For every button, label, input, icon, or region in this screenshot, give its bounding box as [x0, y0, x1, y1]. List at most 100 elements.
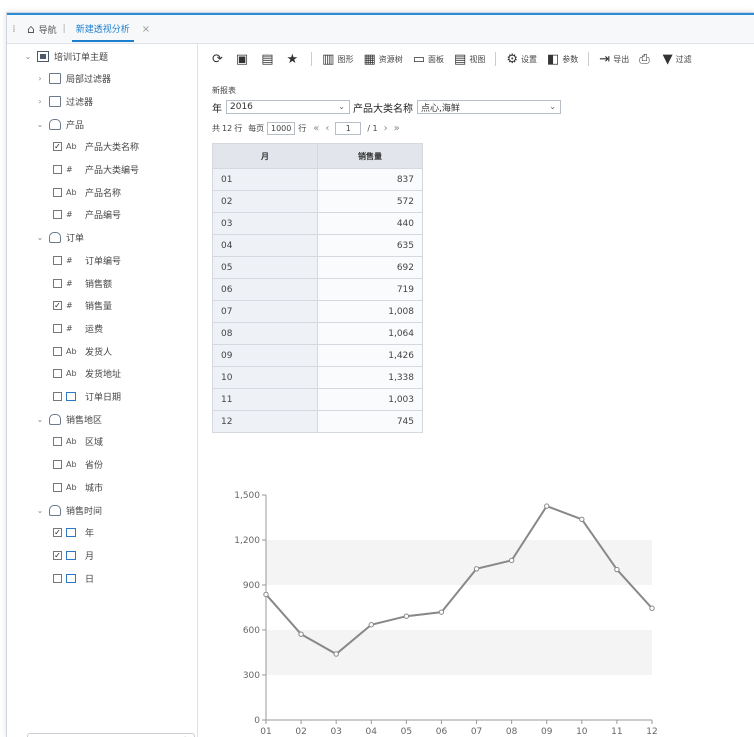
chevron-down-icon[interactable]: ⌄: [35, 120, 45, 129]
table-row[interactable]: 08 1,064: [212, 322, 423, 345]
tree-item[interactable]: # 销售额: [53, 273, 112, 293]
checkbox[interactable]: ✓: [53, 528, 62, 538]
search-input[interactable]: ⚲: [27, 733, 195, 737]
checkbox[interactable]: [53, 482, 62, 492]
data-point: [333, 651, 339, 657]
checkbox[interactable]: [53, 573, 62, 583]
chevron-down-icon[interactable]: ⌄: [35, 233, 45, 242]
text-type-icon: Ab: [66, 482, 77, 492]
tab-new-analysis[interactable]: 新建透视分析: [71, 16, 134, 42]
table-row[interactable]: 02 572: [212, 190, 423, 213]
checkbox[interactable]: ✓: [53, 301, 62, 311]
chevron-right-icon[interactable]: ›: [35, 97, 45, 106]
params-button[interactable]: ◧ 参数: [547, 52, 578, 67]
chevron-down-icon[interactable]: ⌄: [35, 415, 45, 424]
tree-item[interactable]: Ab 发货地址: [53, 364, 121, 384]
tree-item-label: 订单日期: [85, 393, 122, 403]
month-cell: 07: [212, 300, 318, 323]
tree-item[interactable]: ✓ Ab 产品大类名称: [53, 137, 139, 157]
chevron-right-icon[interactable]: ›: [35, 74, 45, 83]
checkbox[interactable]: [53, 369, 62, 379]
tree-item[interactable]: Ab 省份: [53, 455, 103, 475]
checkbox[interactable]: [53, 392, 62, 401]
view-button[interactable]: ▤ 视图: [454, 52, 485, 67]
checkbox[interactable]: [53, 460, 62, 470]
tree-item[interactable]: ⌄ 订单: [35, 228, 84, 248]
number-type-icon: #: [66, 255, 73, 265]
checkbox[interactable]: [53, 278, 62, 288]
resource-tree-button[interactable]: ▦ 资源树: [363, 52, 402, 67]
tree-item[interactable]: # 产品编号: [53, 205, 121, 225]
tree-item[interactable]: › 过滤器: [35, 91, 93, 111]
checkbox[interactable]: [53, 437, 62, 447]
last-page-icon[interactable]: »: [394, 123, 400, 134]
checkbox[interactable]: [53, 323, 62, 333]
column-header-quantity[interactable]: 销售量: [317, 143, 423, 169]
tree-item[interactable]: Ab 产品名称: [53, 182, 121, 202]
column-header-month[interactable]: 月: [212, 143, 318, 169]
checkbox[interactable]: ✓: [53, 550, 62, 560]
next-page-icon[interactable]: ›: [384, 123, 388, 134]
nav-label[interactable]: 导航: [39, 23, 57, 36]
table-row[interactable]: 07 1,008: [212, 300, 423, 323]
grip-icon[interactable]: ⁞: [7, 24, 21, 35]
print-button[interactable]: ⎙: [639, 52, 652, 67]
tree-item[interactable]: # 订单编号: [53, 250, 121, 270]
tree-item[interactable]: ⌄ 销售时间: [35, 500, 102, 520]
tree-item[interactable]: › 局部过滤器: [35, 69, 111, 89]
chart-button[interactable]: ▥ 图形: [322, 52, 353, 67]
checkbox[interactable]: [53, 255, 62, 265]
table-row[interactable]: 09 1,426: [212, 344, 423, 367]
close-tab-icon[interactable]: ×: [142, 24, 150, 35]
first-page-icon[interactable]: «: [313, 123, 319, 134]
checkbox[interactable]: [53, 346, 62, 356]
tree-item[interactable]: ⌄ 培训订单主题: [23, 46, 108, 66]
page-input[interactable]: 1: [335, 122, 362, 135]
settings-button[interactable]: ⚙ 设置: [506, 52, 537, 67]
table-row[interactable]: 11 1,003: [212, 388, 423, 411]
checkbox[interactable]: [53, 165, 62, 174]
tree-item-label: 局部过滤器: [66, 75, 112, 86]
year-select[interactable]: 2016 ⌄: [226, 100, 350, 114]
tree-item[interactable]: ⌄ 销售地区: [35, 409, 102, 429]
tree-item[interactable]: ✓ 年: [53, 523, 94, 543]
category-select[interactable]: 点心,海鲜 ⌄: [417, 100, 561, 114]
export-button[interactable]: ⇥ 导出: [599, 52, 629, 67]
checkbox[interactable]: [53, 187, 62, 197]
table-row[interactable]: 06 719: [212, 278, 423, 301]
table-row[interactable]: 10 1,338: [212, 366, 423, 389]
tree-item[interactable]: 订单日期: [53, 387, 121, 407]
tree-item[interactable]: Ab 区域: [53, 432, 103, 452]
checkbox[interactable]: [53, 210, 62, 220]
tree-item[interactable]: Ab 城市: [53, 477, 103, 497]
tree-item[interactable]: ✓ 月: [53, 545, 94, 565]
table-row[interactable]: 03 440: [212, 212, 423, 235]
tree-item[interactable]: # 运费: [53, 318, 103, 338]
tree-item[interactable]: Ab 发货人: [53, 341, 112, 361]
prev-page-icon[interactable]: ‹: [325, 123, 329, 134]
chevron-down-icon[interactable]: ⌄: [23, 52, 33, 61]
quantity-cell: 1,338: [317, 366, 423, 389]
favorite-button[interactable]: ★: [287, 52, 302, 67]
quantity-cell: 745: [317, 410, 423, 433]
save-button[interactable]: ▣: [236, 52, 251, 67]
filter-button[interactable]: ▼ 过滤: [663, 52, 692, 67]
per-page-input[interactable]: 1000: [267, 122, 296, 135]
table-row[interactable]: 01 837: [212, 168, 423, 191]
panel-button[interactable]: ▭ 面板: [413, 52, 444, 67]
chevron-down-icon: ⌄: [549, 102, 556, 111]
tree-item[interactable]: # 产品大类编号: [53, 160, 139, 180]
tree-item[interactable]: ⌄ 产品: [35, 114, 84, 134]
resource-tree-label: 资源树: [378, 54, 403, 64]
save-as-button[interactable]: ▤: [261, 52, 276, 67]
tree-item[interactable]: ✓ # 销售量: [53, 296, 112, 316]
home-icon[interactable]: ⌂: [27, 22, 35, 36]
table-row[interactable]: 05 692: [212, 256, 423, 279]
table-row[interactable]: 04 635: [212, 234, 423, 257]
table-row[interactable]: 12 745: [212, 410, 423, 433]
checkbox[interactable]: ✓: [53, 142, 62, 152]
pager-per-page-label: 每页: [248, 124, 265, 133]
tree-item[interactable]: 日: [53, 568, 94, 588]
chevron-down-icon[interactable]: ⌄: [35, 506, 45, 515]
refresh-button[interactable]: ⟳: [212, 52, 226, 67]
